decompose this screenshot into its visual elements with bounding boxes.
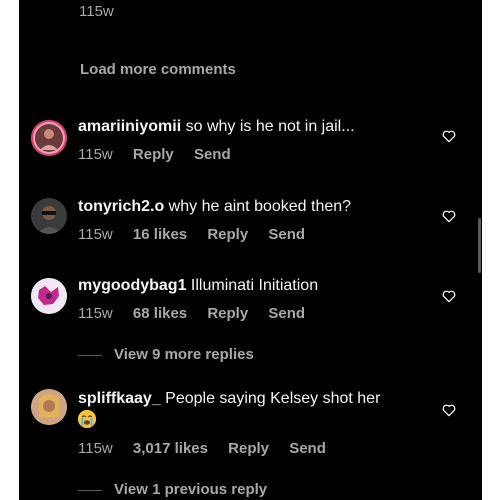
view-previous-reply-button[interactable]: View 1 previous reply <box>78 481 267 498</box>
comment-text: why he aint booked then? <box>164 198 352 215</box>
view-replies-label: View 1 previous reply <box>114 481 268 498</box>
comment-time: 115w <box>78 305 113 322</box>
comment-meta: 115w 3,017 likes Reply Send <box>78 440 342 457</box>
replies-divider-line <box>78 354 102 356</box>
comment-username[interactable]: mygoodybag1 <box>78 277 186 294</box>
comment-time: 115w <box>78 146 113 163</box>
comment-body: mygoodybag1 Illuminati Initiation <box>78 276 418 296</box>
comment-meta: 115w 68 likes Reply Send <box>78 305 321 322</box>
comment-meta: 115w Reply Send <box>78 146 247 163</box>
comments-screen: 115w Load more comments amariiniyomii so… <box>19 0 482 500</box>
comment-body: tonyrich2.o why he aint booked then? <box>78 197 418 217</box>
send-button[interactable]: Send <box>194 146 231 163</box>
reply-button[interactable]: Reply <box>207 226 248 243</box>
comment-time: 115w <box>78 226 113 243</box>
comment-body: spliffkaay_ People saying Kelsey shot he… <box>78 389 418 429</box>
comment-text: so why is he not in jail... <box>181 118 355 135</box>
heart-outline-icon[interactable] <box>441 288 457 304</box>
comment-text: Illuminati Initiation <box>186 277 319 294</box>
comment-text: People saying Kelsey shot her <box>160 390 381 407</box>
comment-item: spliffkaay_ People saying Kelsey shot he… <box>19 386 482 476</box>
view-replies-label: View 9 more replies <box>114 346 254 363</box>
like-count[interactable]: 68 likes <box>133 305 187 322</box>
comment-body: amariiniyomii so why is he not in jail..… <box>78 117 418 137</box>
send-button[interactable]: Send <box>268 226 305 243</box>
heart-outline-icon[interactable] <box>441 208 457 224</box>
comment-timestamp: 115w <box>79 3 114 20</box>
comment-meta: 115w 16 likes Reply Send <box>78 226 321 243</box>
comment-item: mygoodybag1 Illuminati Initiation 115w 6… <box>19 273 482 353</box>
comment-item: tonyrich2.o why he aint booked then? 115… <box>19 192 482 272</box>
reply-button[interactable]: Reply <box>207 305 248 322</box>
like-count[interactable]: 16 likes <box>133 226 187 243</box>
view-more-replies-button[interactable]: View 9 more replies <box>78 346 254 363</box>
avatar[interactable] <box>31 278 67 314</box>
avatar[interactable] <box>31 120 67 156</box>
send-button[interactable]: Send <box>268 305 305 322</box>
heart-outline-icon[interactable] <box>441 128 457 144</box>
comment-time: 115w <box>78 440 113 457</box>
reply-button[interactable]: Reply <box>228 440 269 457</box>
load-more-comments-button[interactable]: Load more comments <box>80 61 236 78</box>
reply-button[interactable]: Reply <box>133 146 174 163</box>
comment-username[interactable]: tonyrich2.o <box>78 198 164 215</box>
avatar[interactable] <box>31 389 67 425</box>
comment-item: amariiniyomii so why is he not in jail..… <box>19 112 482 192</box>
loudly-crying-face-icon <box>78 409 96 428</box>
avatar[interactable] <box>31 198 67 234</box>
like-count[interactable]: 3,017 likes <box>133 440 208 457</box>
scrollbar[interactable] <box>478 218 481 273</box>
replies-divider-line <box>78 489 102 491</box>
heart-outline-icon[interactable] <box>441 402 457 418</box>
comment-username[interactable]: spliffkaay_ <box>78 390 161 407</box>
comment-username[interactable]: amariiniyomii <box>78 118 181 135</box>
send-button[interactable]: Send <box>289 440 326 457</box>
